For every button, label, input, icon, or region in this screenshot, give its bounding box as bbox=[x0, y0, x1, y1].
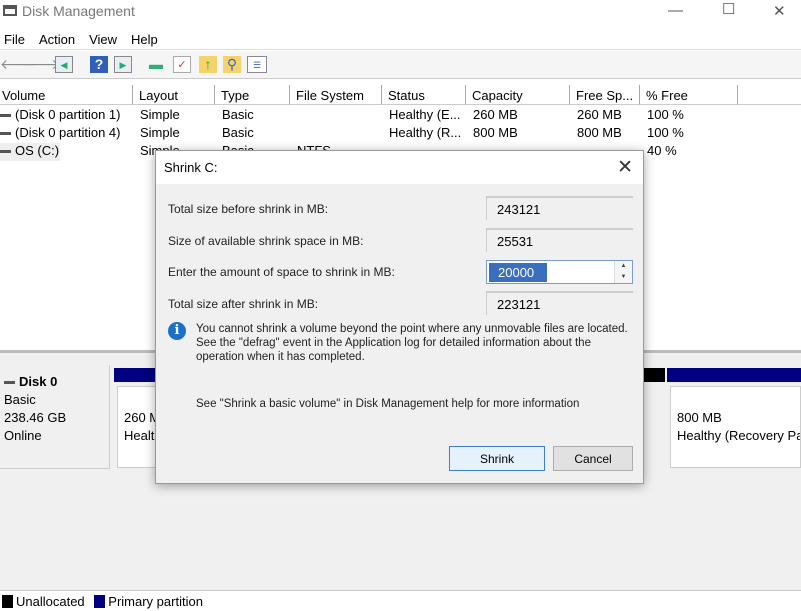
free-space: 260 MB bbox=[577, 107, 622, 122]
menu-bar: File Action View Help bbox=[0, 28, 801, 50]
toolbar: 🡐 🡒 ◀ ? ▶ ▬ ✓ ↑ ⚲ ☰ bbox=[0, 51, 801, 79]
menu-view[interactable]: View bbox=[85, 28, 123, 47]
shrink-amount-value[interactable]: 20000 bbox=[489, 263, 547, 282]
legend-unallocated: Unallocated bbox=[16, 594, 85, 609]
status: Healthy (E... bbox=[389, 107, 461, 122]
shrink-button[interactable]: Shrink bbox=[449, 446, 545, 471]
menu-file[interactable]: File bbox=[0, 28, 31, 47]
total-before-value: 243121 bbox=[486, 196, 633, 220]
total-after-value: 223121 bbox=[486, 291, 633, 315]
minimize-button[interactable]: — bbox=[668, 2, 683, 19]
disk-status: Online bbox=[4, 428, 42, 443]
legend-primary-partition: Primary partition bbox=[108, 594, 203, 609]
shrink-amount-label: Enter the amount of space to shrink in M… bbox=[168, 265, 395, 279]
spinner[interactable]: ▲ ▼ bbox=[614, 261, 632, 283]
help-message: See "Shrink a basic volume" in Disk Mana… bbox=[196, 398, 580, 410]
title-bar: Disk Management — ☐ ✕ bbox=[0, 0, 801, 24]
column-header-volume[interactable]: Volume bbox=[0, 85, 133, 105]
dialog-title: Shrink C: bbox=[164, 160, 218, 175]
total-after-label: Total size after shrink in MB: bbox=[168, 297, 319, 311]
shrink-dialog: Shrink C: ✕ Total size before shrink in … bbox=[155, 150, 644, 484]
total-before-label: Total size before shrink in MB: bbox=[168, 202, 329, 216]
menu-action[interactable]: Action bbox=[35, 28, 81, 47]
percent-free: 100 % bbox=[647, 125, 684, 140]
layout: Simple bbox=[140, 107, 180, 122]
folder-up-icon[interactable]: ↑ bbox=[199, 56, 217, 73]
file-system bbox=[293, 125, 297, 143]
partition-recovery[interactable]: 800 MB Healthy (Recovery Partition) bbox=[667, 368, 801, 472]
volume-name: OS (C:) bbox=[15, 143, 60, 158]
column-header-empty bbox=[738, 85, 801, 105]
available-shrink-value: 25531 bbox=[486, 228, 633, 252]
file-system bbox=[293, 107, 297, 125]
legend: Unallocated Primary partition bbox=[0, 590, 801, 611]
percent-free: 40 % bbox=[647, 143, 677, 158]
properties-icon[interactable]: ☰ bbox=[247, 56, 267, 73]
menu-help[interactable]: Help bbox=[127, 28, 164, 47]
status: Healthy (R... bbox=[389, 125, 462, 140]
capacity: 260 MB bbox=[473, 107, 518, 122]
column-header-status[interactable]: Status bbox=[382, 85, 466, 105]
column-header-file-system[interactable]: File System bbox=[290, 85, 382, 105]
shrink-amount-input[interactable]: 20000 ▲ ▼ bbox=[486, 260, 633, 284]
disk-name: Disk 0 bbox=[19, 374, 58, 389]
dialog-close-button[interactable]: ✕ bbox=[617, 156, 633, 179]
info-message: You cannot shrink a volume beyond the po… bbox=[196, 323, 628, 363]
column-header-type[interactable]: Type bbox=[215, 85, 290, 105]
volume-name: (Disk 0 partition 4) bbox=[15, 125, 121, 140]
help-icon[interactable]: ? bbox=[90, 56, 108, 73]
disk-management-app-icon bbox=[3, 5, 17, 16]
dialog-title-bar: Shrink C: bbox=[156, 151, 643, 184]
back-icon[interactable]: 🡐 bbox=[0, 56, 38, 73]
spin-down-icon[interactable]: ▼ bbox=[615, 272, 632, 283]
column-header-percent-free[interactable]: % Free bbox=[640, 85, 738, 105]
column-header-capacity[interactable]: Capacity bbox=[466, 85, 570, 105]
close-window-button[interactable]: ✕ bbox=[773, 2, 786, 20]
cancel-button[interactable]: Cancel bbox=[553, 446, 633, 471]
connect-disk-icon[interactable]: ▬ bbox=[147, 56, 165, 73]
folder-search-icon[interactable]: ⚲ bbox=[223, 56, 241, 73]
disk-icon bbox=[4, 381, 15, 385]
disk-size: 238.46 GB bbox=[4, 410, 67, 425]
spin-up-icon[interactable]: ▲ bbox=[615, 261, 632, 272]
available-shrink-label: Size of available shrink space in MB: bbox=[168, 234, 364, 248]
action-pane-icon[interactable]: ▶ bbox=[114, 56, 132, 73]
volume-icon bbox=[0, 132, 11, 136]
layout: Simple bbox=[140, 125, 180, 140]
console-tree-icon[interactable]: ◀ bbox=[55, 56, 73, 73]
column-header-layout[interactable]: Layout bbox=[133, 85, 215, 105]
volume-icon bbox=[0, 114, 11, 118]
forward-icon[interactable]: 🡒 bbox=[22, 56, 60, 73]
partition-status: Healthy (Recovery Partition) bbox=[677, 428, 800, 443]
capacity: 800 MB bbox=[473, 125, 518, 140]
volume-icon bbox=[0, 150, 11, 154]
column-header-free-space[interactable]: Free Sp... bbox=[570, 85, 640, 105]
type: Basic bbox=[222, 107, 254, 122]
free-space: 800 MB bbox=[577, 125, 622, 140]
maximize-button[interactable]: ☐ bbox=[722, 0, 735, 18]
window-title: Disk Management bbox=[22, 3, 135, 19]
check-icon[interactable]: ✓ bbox=[173, 56, 191, 73]
disk-0-label[interactable]: Disk 0 Basic 238.46 GB Online bbox=[0, 365, 110, 469]
partition-size: 800 MB bbox=[677, 410, 722, 425]
percent-free: 100 % bbox=[647, 107, 684, 122]
info-icon: i bbox=[168, 322, 186, 340]
unallocated-swatch bbox=[2, 595, 13, 608]
disk-type: Basic bbox=[4, 392, 36, 407]
primary-partition-swatch bbox=[94, 595, 106, 608]
volume-name: (Disk 0 partition 1) bbox=[15, 107, 121, 122]
type: Basic bbox=[222, 125, 254, 140]
